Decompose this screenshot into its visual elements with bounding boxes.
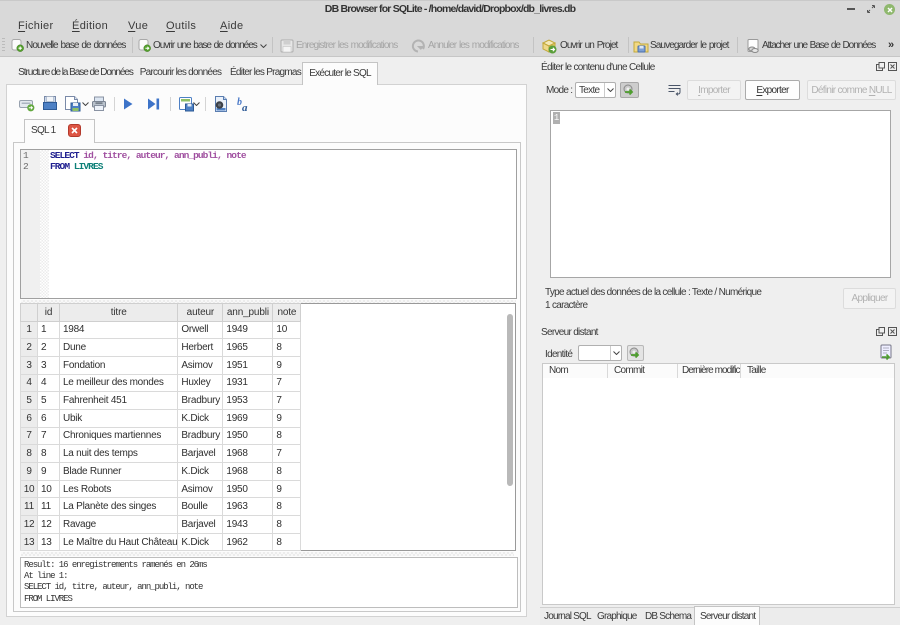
svg-text:a: a [242,102,248,112]
